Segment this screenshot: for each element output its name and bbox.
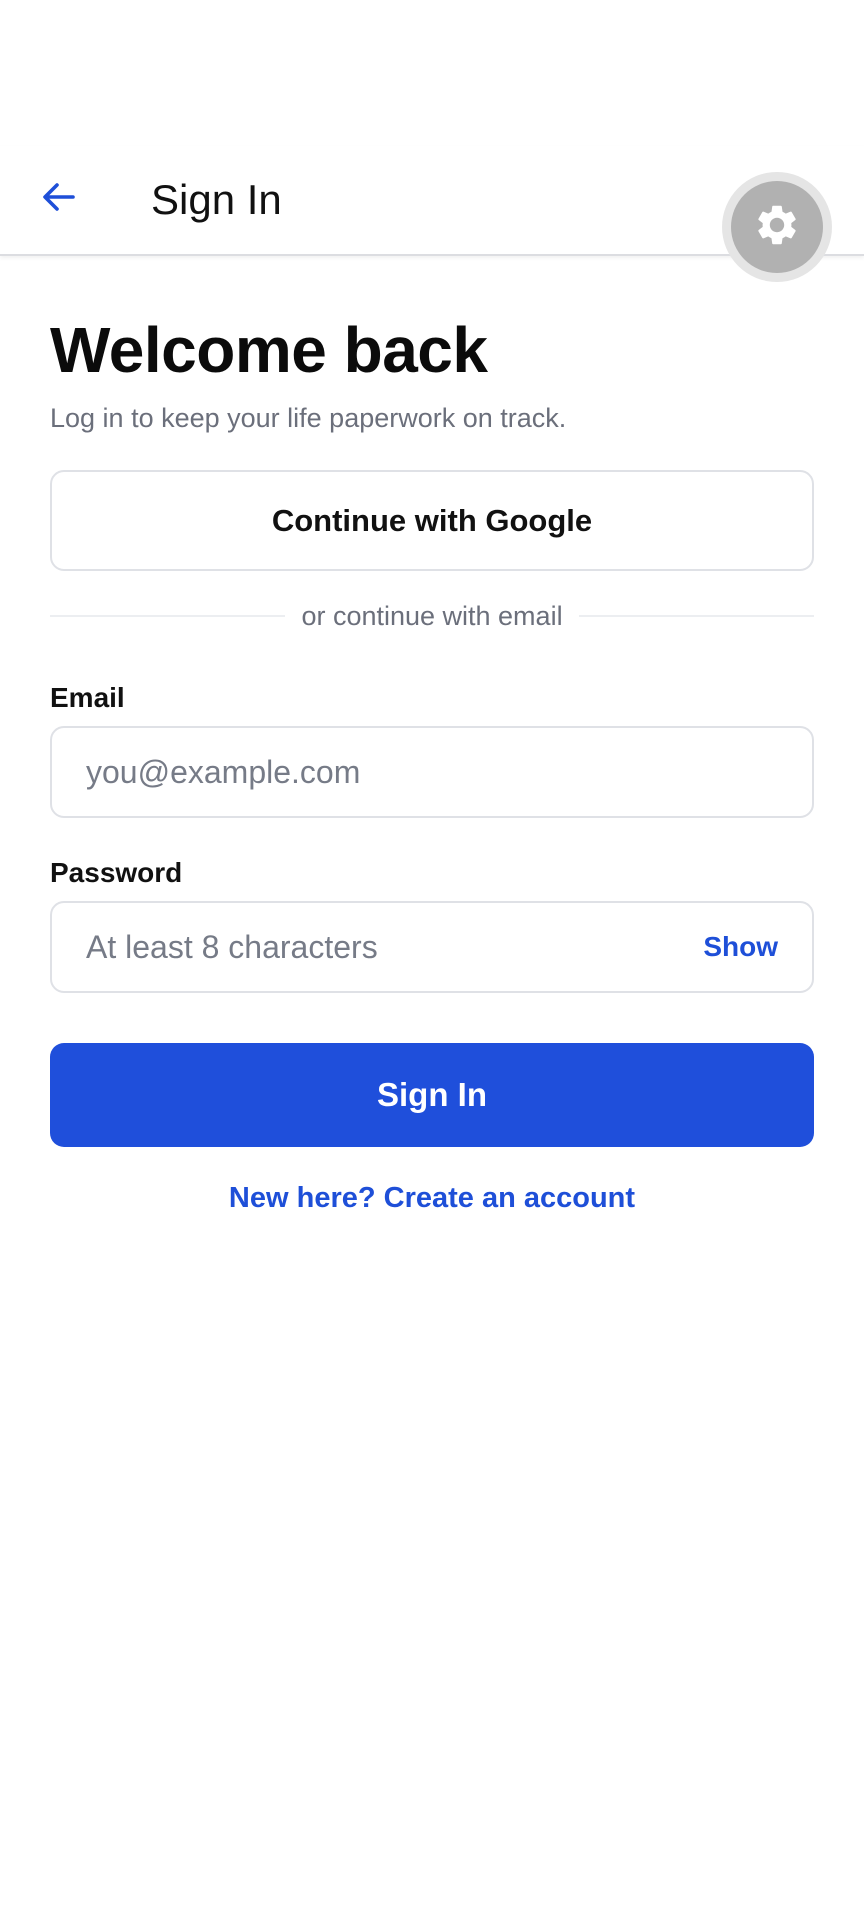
gear-icon [753,201,801,254]
divider-text: or continue with email [301,600,563,631]
page-title: Sign In [151,176,282,223]
welcome-subheading: Log in to keep your life paperwork on tr… [50,403,567,433]
show-password-toggle[interactable]: Show [683,931,778,963]
divider-line-right [578,615,815,617]
continue-with-google-button[interactable]: Continue with Google [50,470,814,571]
settings-button-circle [731,181,823,273]
password-field-container: Show [50,901,814,993]
email-label: Email [50,682,125,713]
email-field[interactable] [86,753,778,791]
email-field-container [50,726,814,818]
welcome-heading: Welcome back [50,314,488,386]
status-bar-area [0,0,864,146]
settings-button[interactable] [722,172,832,282]
email-divider: or continue with email [50,596,815,636]
password-field[interactable] [86,928,684,966]
sign-in-button[interactable]: Sign In [50,1043,814,1147]
password-label: Password [50,857,183,888]
create-account-link[interactable]: New here? Create an account [0,1182,864,1215]
back-button[interactable] [30,170,88,228]
divider-line-left [50,615,286,617]
arrow-left-icon [39,177,79,222]
